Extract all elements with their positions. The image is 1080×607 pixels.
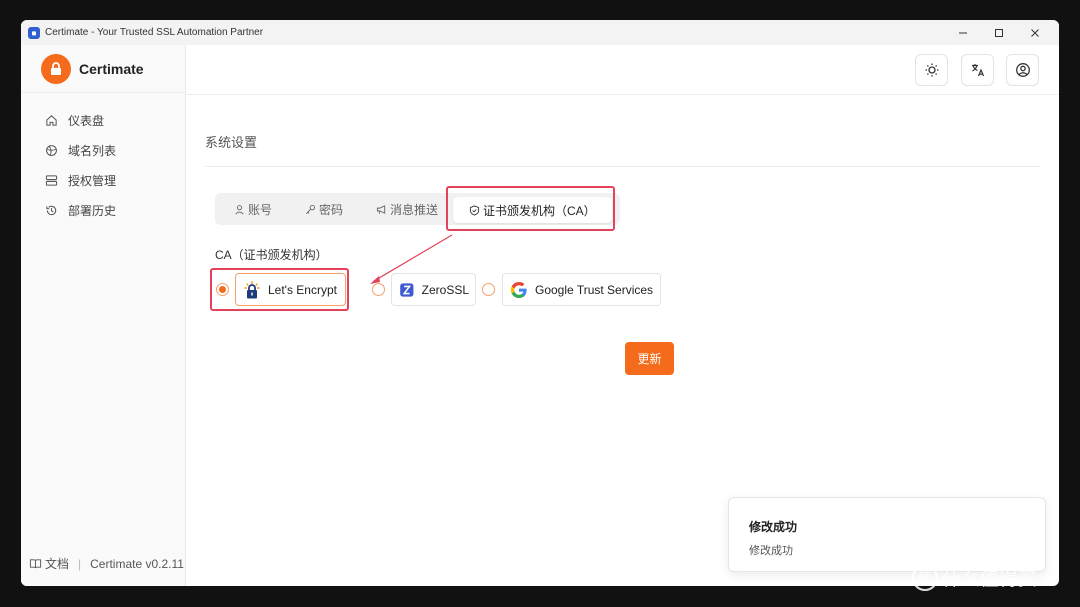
- option-google-trust[interactable]: Google Trust Services: [502, 273, 661, 306]
- ca-field-label: CA（证书颁发机构）: [215, 248, 328, 262]
- top-bar: [186, 45, 1059, 95]
- book-icon: [29, 559, 42, 569]
- update-button[interactable]: 更新: [625, 342, 674, 375]
- close-button[interactable]: [1017, 20, 1053, 45]
- sidebar-item-label: 域名列表: [68, 143, 117, 158]
- version-label: Certimate v0.2.11: [90, 556, 184, 571]
- window-title: Certimate - Your Trusted SSL Automation …: [45, 27, 264, 38]
- sidebar-footer: 文档 | Certimate v0.2.11: [21, 555, 185, 572]
- lock-logo-icon: [41, 53, 71, 84]
- close-icon: [1031, 28, 1039, 37]
- tab-label: 消息推送: [390, 202, 439, 217]
- sidebar-item-label: 部署历史: [68, 203, 117, 218]
- title-divider: [205, 166, 1040, 167]
- watermark-text: 什么值得买: [942, 569, 1038, 590]
- user-icon: [235, 204, 244, 214]
- watermark-logo-icon: 值: [912, 564, 938, 591]
- toast-message: 修改成功: [749, 545, 793, 557]
- sun-icon: [925, 63, 938, 77]
- title-bar: Certimate - Your Trusted SSL Automation …: [21, 20, 1059, 45]
- theme-toggle-button[interactable]: [915, 54, 948, 86]
- footer-separator: |: [78, 556, 82, 571]
- home-icon: [46, 114, 57, 126]
- sidebar-item-label: 仪表盘: [68, 113, 105, 128]
- maximize-button[interactable]: [981, 20, 1017, 45]
- annotation-box-letsencrypt: [210, 268, 349, 311]
- app-window: Certimate - Your Trusted SSL Automation …: [21, 20, 1059, 586]
- minimize-icon: [959, 32, 967, 33]
- minimize-button[interactable]: [945, 20, 981, 45]
- sidebar: Certimate 仪表盘 域名列表 授权管理 部署历史 文档 | Certim…: [21, 45, 186, 586]
- user-circle-icon: [1015, 63, 1030, 77]
- watermark: 值 什么值得买: [912, 564, 1037, 591]
- page-title: 系统设置: [205, 135, 258, 150]
- tab-label: 密码: [319, 202, 344, 217]
- brand-name: Certimate: [79, 60, 144, 77]
- success-toast: 修改成功 修改成功: [728, 497, 1046, 572]
- user-account-button[interactable]: [1006, 54, 1039, 86]
- brand[interactable]: Certimate: [21, 45, 185, 93]
- server-icon: [45, 174, 58, 186]
- annotation-box-ca-tab: [446, 186, 615, 231]
- translate-icon: [971, 64, 984, 77]
- tab-account[interactable]: 账号: [234, 193, 272, 225]
- sidebar-item-history[interactable]: 部署历史: [21, 195, 185, 225]
- megaphone-icon: [376, 204, 386, 214]
- tab-notifications[interactable]: 消息推送: [376, 193, 438, 225]
- key-icon: [306, 204, 315, 214]
- tab-label: 账号: [248, 202, 273, 217]
- history-icon: [46, 205, 57, 215]
- docs-link[interactable]: 文档: [45, 555, 69, 572]
- maximize-icon: [995, 28, 1003, 37]
- sidebar-nav: 仪表盘 域名列表 授权管理 部署历史: [21, 93, 185, 225]
- sidebar-item-domains[interactable]: 域名列表: [21, 135, 185, 165]
- toast-title: 修改成功: [749, 520, 798, 534]
- google-logo-icon: [510, 281, 527, 298]
- option-label: ZeroSSL: [421, 282, 469, 297]
- zerossl-logo-icon: [400, 282, 414, 297]
- globe-icon: [46, 144, 57, 156]
- radio-zerossl[interactable]: [372, 283, 385, 296]
- radio-google-trust[interactable]: [482, 283, 495, 296]
- option-zerossl[interactable]: ZeroSSL: [391, 273, 476, 306]
- sidebar-item-dashboard[interactable]: 仪表盘: [21, 105, 185, 135]
- sidebar-item-access[interactable]: 授权管理: [21, 165, 185, 195]
- language-button[interactable]: [961, 54, 994, 86]
- option-label: Google Trust Services: [535, 282, 654, 297]
- tab-password[interactable]: 密码: [305, 193, 343, 225]
- certimate-app-icon: [28, 26, 40, 39]
- sidebar-item-label: 授权管理: [68, 173, 117, 188]
